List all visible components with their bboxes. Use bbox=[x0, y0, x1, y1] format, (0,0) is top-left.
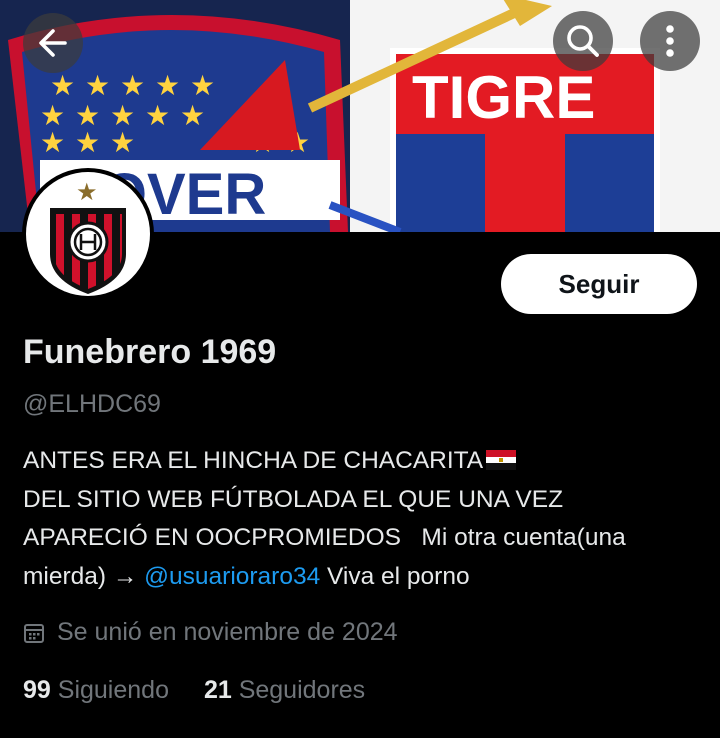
bio-line-4-prefix: mierda) → bbox=[23, 562, 145, 590]
svg-text:★: ★ bbox=[85, 69, 110, 102]
followers-count: 21 bbox=[203, 676, 232, 704]
bio-line-4: mierda) → @usuarioraro34 Viva el porno bbox=[23, 558, 713, 597]
svg-text:★: ★ bbox=[50, 69, 75, 102]
calendar-icon bbox=[23, 622, 45, 644]
profile-avatar[interactable]: ★ bbox=[22, 168, 154, 300]
profile-bio: ANTES ERA EL HINCHA DE CHACARITA DEL SIT… bbox=[23, 442, 713, 596]
svg-text:★: ★ bbox=[155, 69, 180, 102]
avatar-crest: ★ bbox=[26, 172, 150, 296]
search-button[interactable] bbox=[553, 11, 613, 71]
egypt-flag-icon bbox=[486, 450, 517, 470]
followers-label: Seguidores bbox=[238, 676, 366, 704]
follow-stats: 99 Siguiendo 21 Seguidores bbox=[23, 676, 365, 705]
bio-line-1-text: ANTES ERA EL HINCHA DE CHACARITA bbox=[23, 447, 484, 474]
svg-text:★: ★ bbox=[190, 69, 215, 102]
profile-handle: @ELHDC69 bbox=[23, 390, 161, 418]
more-vertical-icon bbox=[666, 25, 674, 57]
bio-line-4-suffix: Viva el porno bbox=[320, 562, 470, 590]
arrow-left-icon bbox=[39, 29, 67, 57]
followers-stat[interactable]: 21 Seguidores bbox=[204, 676, 365, 705]
club-crest-icon: ★ bbox=[50, 178, 126, 294]
banner-right-crest-text: TIGRE bbox=[412, 64, 595, 131]
more-options-button[interactable] bbox=[640, 11, 700, 71]
back-button[interactable] bbox=[23, 13, 83, 73]
bio-mention-link[interactable]: @usuarioraro34 bbox=[144, 563, 320, 590]
svg-text:★: ★ bbox=[145, 99, 170, 132]
svg-text:★: ★ bbox=[110, 126, 135, 159]
bio-line-3: APARECIÓ EN OOCPROMIEDOS Mi otra cuenta(… bbox=[23, 524, 626, 551]
joined-date-text: Se unió en noviembre de 2024 bbox=[57, 618, 398, 646]
bio-line-2: DEL SITIO WEB FÚTBOLADA EL QUE UNA VEZ bbox=[23, 485, 564, 513]
joined-date: Se unió en noviembre de 2024 bbox=[23, 618, 398, 647]
search-icon bbox=[567, 25, 599, 57]
svg-text:★: ★ bbox=[76, 178, 98, 206]
svg-text:★: ★ bbox=[40, 126, 65, 159]
svg-text:★: ★ bbox=[120, 69, 145, 102]
bio-line-1: ANTES ERA EL HINCHA DE CHACARITA bbox=[23, 442, 713, 481]
following-stat[interactable]: 99 Siguiendo bbox=[23, 676, 169, 705]
profile-display-name: Funebrero 1969 bbox=[23, 333, 277, 371]
svg-text:★: ★ bbox=[75, 126, 100, 159]
follow-button[interactable]: Seguir bbox=[501, 254, 697, 314]
following-count: 99 bbox=[23, 676, 51, 704]
svg-text:★: ★ bbox=[180, 99, 205, 132]
following-label: Siguiendo bbox=[57, 676, 169, 704]
